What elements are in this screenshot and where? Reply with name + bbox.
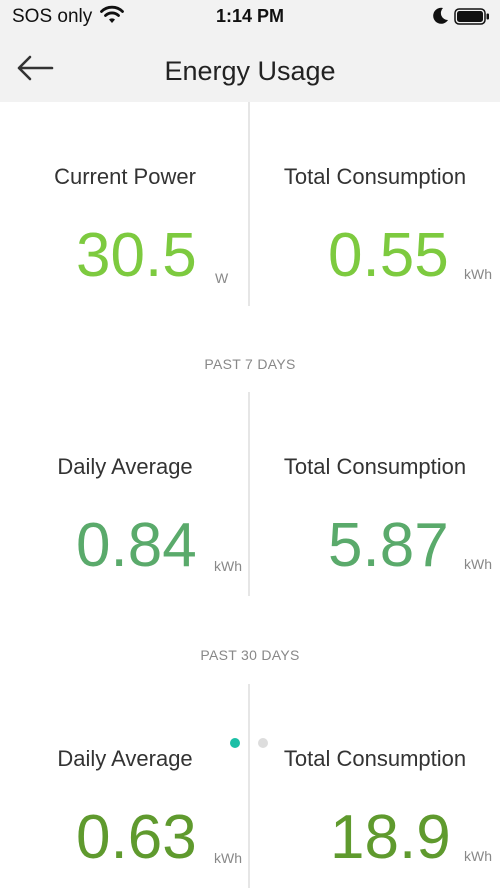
monthly-daily-average-value: 0.63 — [76, 803, 197, 872]
section-divider — [248, 684, 250, 888]
section-divider — [248, 392, 250, 596]
weekly-total-consumption-value: 5.87 — [328, 511, 449, 580]
current-power-value: 30.5 — [76, 221, 197, 290]
moon-icon — [433, 7, 448, 24]
weekly-daily-average-value: 0.84 — [76, 511, 197, 580]
past-30-days-section: Daily Average 0.63 kWh Total Consumption… — [0, 684, 500, 888]
status-time: 1:14 PM — [215, 6, 285, 26]
monthly-total-consumption-value: 18.9 — [330, 803, 451, 872]
weekly-total-consumption-label: Total Consumption — [283, 454, 467, 479]
page-title: Energy Usage — [164, 56, 336, 86]
monthly-total-consumption-unit: kWh — [464, 848, 492, 864]
current-power-unit: W — [215, 270, 229, 286]
current-section: Current Power 30.5 W Total Consumption 0… — [0, 102, 500, 332]
battery-icon — [454, 8, 489, 25]
total-consumption-unit: kWh — [464, 266, 492, 282]
weekly-daily-average-label: Daily Average — [57, 454, 193, 479]
current-power-label: Current Power — [54, 164, 196, 189]
section-divider — [248, 102, 250, 306]
nav-bar: Energy Usage — [0, 36, 500, 102]
status-bar: SOS only 1:14 PM — [0, 0, 500, 36]
weekly-total-consumption-unit: kWh — [464, 556, 492, 572]
weekly-daily-average-unit: kWh — [214, 558, 242, 574]
monthly-total-consumption-label: Total Consumption — [283, 746, 467, 771]
total-consumption-value: 0.55 — [328, 221, 449, 290]
past-7-days-header: PAST 7 DAYS — [204, 356, 296, 372]
past-7-days-section: Daily Average 0.84 kWh Total Consumption… — [0, 392, 500, 602]
total-consumption-label: Total Consumption — [283, 164, 467, 189]
monthly-daily-average-label: Daily Average — [57, 746, 193, 771]
past-30-days-header: PAST 30 DAYS — [200, 647, 300, 663]
monthly-daily-average-unit: kWh — [214, 850, 242, 866]
